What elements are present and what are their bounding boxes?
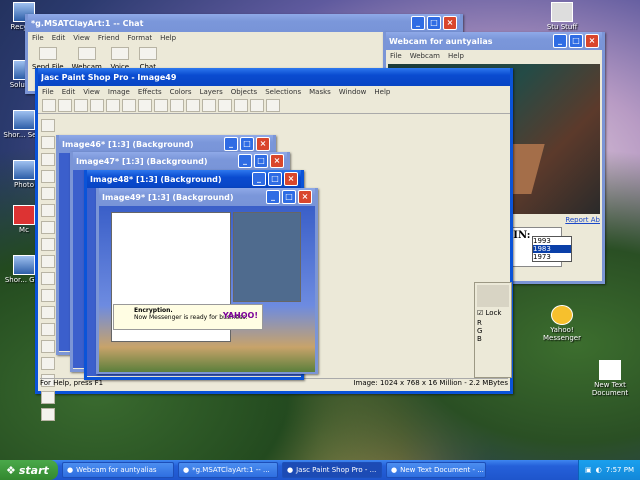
save-icon[interactable] (74, 99, 88, 112)
taskbar: ❖ start ● Webcam for auntyalias ● *g.MSATCl… (0, 460, 640, 480)
webcam-titlebar[interactable]: Webcam for auntyalias _ □ × (386, 32, 602, 50)
close-button[interactable]: × (298, 190, 312, 204)
year-list[interactable]: 1993 1983 1973 (532, 236, 572, 262)
deform-tool-icon[interactable] (41, 153, 55, 166)
palette-icon[interactable] (202, 99, 216, 112)
inner-webcam-screenshot (233, 212, 301, 302)
yahoo-messenger-icon[interactable]: Yahoo! Messenger (540, 305, 584, 342)
psp-icon: ● (287, 466, 294, 474)
lasso-tool-icon[interactable] (41, 221, 55, 234)
wand-tool-icon[interactable] (41, 238, 55, 251)
undo-icon[interactable] (106, 99, 120, 112)
new-icon[interactable] (42, 99, 56, 112)
rgb-readout: RGB (477, 319, 483, 343)
close-button[interactable]: × (585, 34, 599, 48)
new-text-document-icon[interactable]: New Text Document (588, 360, 632, 397)
windows-logo-icon: ❖ (6, 463, 16, 477)
menu-view[interactable]: View (73, 34, 90, 42)
lock-checkbox[interactable]: ☑ Lock (477, 309, 509, 317)
open-icon[interactable] (58, 99, 72, 112)
chat-titlebar[interactable]: *g.MSATClayArt:1 -- Chat _ □ × (28, 14, 460, 32)
move-tool-icon[interactable] (41, 187, 55, 200)
fill-tool-icon[interactable] (41, 391, 55, 404)
retouch-tool-icon[interactable] (41, 323, 55, 336)
overview-icon[interactable] (250, 99, 264, 112)
arrow-tool-icon[interactable] (41, 119, 55, 132)
close-button[interactable]: × (256, 137, 270, 151)
stu-stuff-icon[interactable]: Stu Stuff (540, 2, 584, 31)
system-tray: ▣ ◐ 7:57 PM (578, 460, 640, 480)
cut-icon[interactable] (138, 99, 152, 112)
menu-edit[interactable]: Edit (52, 34, 66, 42)
help-icon[interactable] (266, 99, 280, 112)
picture-tube-icon[interactable] (41, 357, 55, 370)
start-button[interactable]: ❖ start (0, 460, 58, 480)
webcam-icon: ● (67, 466, 74, 474)
minimize-button[interactable]: _ (411, 16, 425, 30)
close-button[interactable]: × (270, 154, 284, 168)
redo-icon[interactable] (122, 99, 136, 112)
task-psp[interactable]: ● Jasc Paint Shop Pro - ... (282, 462, 382, 478)
task-notepad[interactable]: ● New Text Document - ... (386, 462, 486, 478)
maximize-button[interactable]: □ (569, 34, 583, 48)
psp-titlebar[interactable]: Jasc Paint Shop Pro - Image49 (38, 68, 510, 86)
image49-canvas: Encryption. Now Messenger is ready for bu… (99, 206, 315, 372)
webcam-menubar: File Webcam Help (390, 52, 464, 60)
dropper-tool-icon[interactable] (41, 255, 55, 268)
layers-icon[interactable] (218, 99, 232, 112)
close-button[interactable]: × (443, 16, 457, 30)
text-tool-icon[interactable] (41, 408, 55, 421)
paintbrush-tool-icon[interactable] (41, 272, 55, 285)
selection-tool-icon[interactable] (41, 204, 55, 217)
crop-tool-icon[interactable] (41, 170, 55, 183)
volume-icon[interactable]: ◐ (596, 466, 602, 474)
clone-tool-icon[interactable] (41, 289, 55, 302)
clock[interactable]: 7:57 PM (606, 466, 634, 474)
paste-icon[interactable] (170, 99, 184, 112)
menu-friend[interactable]: Friend (98, 34, 120, 42)
zoom-icon[interactable] (186, 99, 200, 112)
color-panel: ☑ Lock RGB (474, 282, 512, 378)
menu-help[interactable]: Help (160, 34, 176, 42)
zoom-tool-icon[interactable] (41, 136, 55, 149)
histogram-icon[interactable] (234, 99, 248, 112)
menu-format[interactable]: Format (127, 34, 152, 42)
network-icon[interactable]: ▣ (585, 466, 592, 474)
style-swatch[interactable] (477, 285, 509, 307)
print-icon[interactable] (90, 99, 104, 112)
copy-icon[interactable] (154, 99, 168, 112)
image49-window[interactable]: Image49* [1:3] (Background) _ □ × Encryptio… (96, 188, 318, 374)
psp-toolbar (38, 98, 510, 114)
task-webcam[interactable]: ● Webcam for auntyalias (62, 462, 174, 478)
psp-menubar: File Edit View Image Effects Colors Layers Obje… (42, 88, 391, 96)
task-chat[interactable]: ● *g.MSATClayArt:1 -- ... (178, 462, 278, 478)
eraser-tool-icon[interactable] (41, 340, 55, 353)
notepad-icon: ● (391, 466, 398, 474)
minimize-button[interactable]: _ (553, 34, 567, 48)
inner-encryption-notice: Encryption. Now Messenger is ready for bu… (113, 304, 263, 330)
menu-file[interactable]: File (32, 34, 44, 42)
close-button[interactable]: × (284, 172, 298, 186)
chat-icon: ● (183, 466, 190, 474)
maximize-button[interactable]: □ (427, 16, 441, 30)
color-replace-icon[interactable] (41, 306, 55, 319)
